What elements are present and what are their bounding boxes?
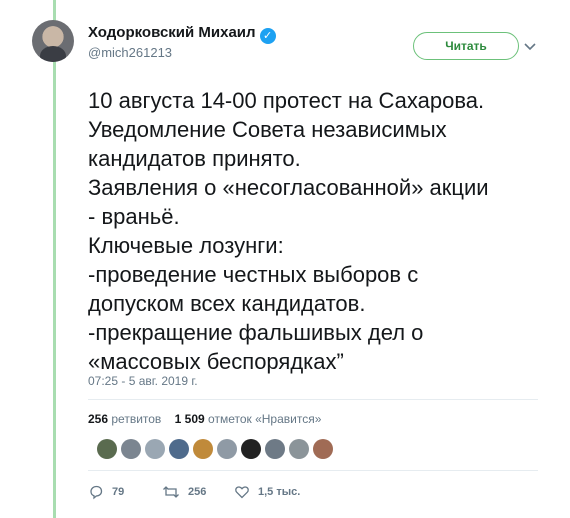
liker-avatar[interactable] xyxy=(217,439,237,459)
like-count: 1,5 тыс. xyxy=(258,486,301,498)
retweet-icon xyxy=(163,486,179,498)
tweet-actions: 79 256 1,5 тыс. xyxy=(88,484,300,500)
author-name[interactable]: Ходорковский Михаил ✓ xyxy=(88,24,276,44)
tweet-stats: 256 ретвитов 1 509 отметок «Нравится» xyxy=(88,412,321,426)
liker-avatar[interactable] xyxy=(193,439,213,459)
tweet-timestamp[interactable]: 07:25 - 5 авг. 2019 г. xyxy=(88,374,198,388)
liker-avatar[interactable] xyxy=(145,439,165,459)
divider xyxy=(88,399,538,400)
reply-icon xyxy=(90,485,103,500)
verified-check-icon: ✓ xyxy=(259,28,276,44)
liker-avatar[interactable] xyxy=(313,439,333,459)
retweet-button[interactable]: 256 xyxy=(162,484,234,500)
retweet-count: 256 xyxy=(188,486,207,498)
likes-label: отметок «Нравится» xyxy=(208,412,322,426)
liker-avatar[interactable] xyxy=(97,439,117,459)
thread-rail xyxy=(53,0,56,518)
author-handle[interactable]: @mich261213 xyxy=(88,45,172,60)
chevron-down-icon[interactable] xyxy=(524,38,536,54)
author-avatar[interactable] xyxy=(32,20,74,62)
likers-avatars xyxy=(97,439,337,459)
retweets-label: ретвитов xyxy=(111,412,162,426)
tweet-text: 10 августа 14-00 протест на Сахарова. Ув… xyxy=(88,88,489,374)
likes-count: 1 509 xyxy=(174,412,205,426)
reply-button[interactable]: 79 xyxy=(88,484,162,500)
author-name-text: Ходорковский Михаил xyxy=(88,24,256,41)
liker-avatar[interactable] xyxy=(265,439,285,459)
liker-avatar[interactable] xyxy=(169,439,189,459)
likes-stat[interactable]: 1 509 отметок «Нравится» xyxy=(175,412,322,426)
retweets-count: 256 xyxy=(88,412,109,426)
like-button[interactable]: 1,5 тыс. xyxy=(234,484,300,500)
divider xyxy=(88,470,538,471)
liker-avatar[interactable] xyxy=(289,439,309,459)
liker-avatar[interactable] xyxy=(241,439,261,459)
follow-button[interactable]: Читать xyxy=(413,32,519,60)
reply-count: 79 xyxy=(112,486,125,498)
heart-icon xyxy=(235,486,249,499)
liker-avatar[interactable] xyxy=(121,439,141,459)
retweets-stat[interactable]: 256 ретвитов xyxy=(88,412,161,426)
